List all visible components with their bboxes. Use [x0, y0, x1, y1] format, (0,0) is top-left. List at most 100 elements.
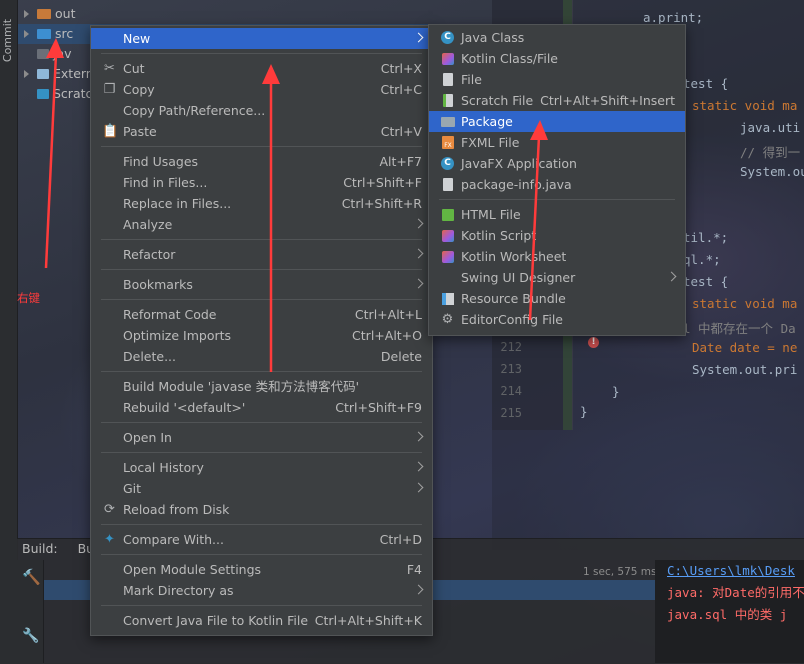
paste-icon: 📋 [102, 124, 119, 139]
menu-item-shortcut: Ctrl+Shift+R [341, 196, 422, 211]
error-marker-icon[interactable]: ! [588, 337, 599, 348]
menu-item-label: Find Usages [123, 154, 199, 169]
new-item-kotlin-class-file[interactable]: Kotlin Class/File [429, 48, 685, 69]
annotation-label: 右键 [17, 291, 40, 305]
menu-item-label: Optimize Imports [123, 328, 232, 343]
new-item-package[interactable]: Package [429, 111, 685, 132]
wrench-icon[interactable]: 🔧 [22, 628, 39, 644]
menu-item-shortcut: Ctrl+X [380, 61, 422, 76]
code-line: static void ma [692, 98, 798, 113]
menu-item-open-in[interactable]: Open In [91, 427, 432, 448]
menu-item-label: Build Module 'javase 类和方法博客代码' [123, 379, 360, 394]
menu-item-label: JavaFX Application [461, 156, 577, 171]
code-line: l 中都存在一个 Da [683, 321, 796, 336]
line-number: 215 [500, 406, 522, 420]
menu-item-local-history[interactable]: Local History [91, 457, 432, 478]
copy-icon: ❐ [103, 82, 116, 97]
menu-item-label: Find in Files... [123, 175, 208, 190]
menu-item-label: Mark Directory as [123, 583, 234, 598]
chevron-right-icon [413, 584, 424, 595]
menu-item-rebuild-default[interactable]: Rebuild '<default>' Ctrl+Shift+F9 [91, 397, 432, 418]
menu-item-label: Compare With... [123, 532, 224, 547]
code-line: static void ma [692, 296, 798, 311]
new-item-kotlin-script[interactable]: Kotlin Script [429, 225, 685, 246]
menu-item-reload-from-disk[interactable]: ⟳ Reload from Disk [91, 499, 432, 520]
tree-item-label: out [55, 6, 76, 21]
build-error-line: java.sql 中的类 j [655, 604, 804, 626]
menu-item-mark-directory-as[interactable]: Mark Directory as [91, 580, 432, 601]
left-tool-strip [0, 0, 18, 663]
menu-item-label: Package [461, 114, 513, 129]
build-output: C:\Users\lmk\Desk java: 对Date的引用不 java.s… [655, 560, 804, 663]
kotlin-icon [442, 53, 454, 65]
new-item-package-info-java[interactable]: package-info.java [429, 174, 685, 195]
html-icon [442, 209, 454, 221]
code-line: } [580, 404, 588, 419]
menu-item-shortcut: Ctrl+Shift+F9 [335, 400, 422, 415]
menu-item-label: Copy Path/Reference... [123, 103, 266, 118]
code-line: System.out.pri [692, 362, 798, 377]
code-line: test { [683, 76, 729, 91]
menu-separator [439, 199, 675, 200]
build-output-path-link[interactable]: C:\Users\lmk\Desk [667, 563, 795, 578]
menu-item-label: Java Class [461, 30, 525, 45]
menu-item-label: Open Module Settings [123, 562, 262, 577]
new-item-file[interactable]: File [429, 69, 685, 90]
chevron-right-icon [666, 271, 677, 282]
menu-item-open-module-settings[interactable]: Open Module Settings F4 [91, 559, 432, 580]
javafx-icon: C [441, 157, 454, 170]
menu-item-label: File [461, 72, 482, 87]
package-info-icon [443, 178, 453, 191]
expand-arrow-icon[interactable] [24, 10, 29, 18]
compare-icon: ✦ [104, 532, 115, 547]
menu-item-compare-with[interactable]: ✦ Compare With... Ctrl+D [91, 529, 432, 550]
cut-icon: ✂ [104, 61, 115, 76]
menu-separator [101, 605, 422, 606]
scratch-file-icon [443, 94, 453, 107]
menu-item-build-module-javase[interactable]: Build Module 'javase 类和方法博客代码' [91, 376, 432, 397]
commit-tool-tab[interactable]: Commit [0, 12, 17, 72]
new-item-swing-ui-designer[interactable]: Swing UI Designer [429, 267, 685, 288]
kotlin-worksheet-icon [442, 251, 454, 263]
code-line: } [612, 384, 620, 399]
new-item-scratch-file[interactable]: Scratch File Ctrl+Alt+Shift+Insert [429, 90, 685, 111]
new-item-resource-bundle[interactable]: Resource Bundle [429, 288, 685, 309]
commit-tab-label: Commit [1, 18, 15, 63]
menu-item-new[interactable]: New [91, 28, 432, 49]
line-number: 212 [500, 340, 522, 354]
new-item-javafx-application[interactable]: C JavaFX Application [429, 153, 685, 174]
menu-item-label: Refactor [123, 247, 176, 262]
code-line: java.uti [740, 120, 801, 135]
menu-item-label: Replace in Files... [123, 196, 232, 211]
menu-item-convert-java-file-to-kotlin-file[interactable]: Convert Java File to Kotlin File Ctrl+Alt… [91, 610, 432, 631]
tree-item[interactable]: out [18, 4, 492, 24]
menu-item-label: Kotlin Class/File [461, 51, 558, 66]
menu-separator [101, 524, 422, 525]
new-item-fxml-file[interactable]: FX FXML File [429, 132, 685, 153]
new-submenu: C Java Class Kotlin Class/File File Scratch … [428, 24, 686, 336]
menu-item-shortcut: Ctrl+Alt+Shift+Insert [540, 93, 675, 108]
line-number: 214 [500, 384, 522, 398]
gear-icon: ⚙ [441, 312, 454, 327]
code-line: ql.*; [683, 252, 721, 267]
menu-item-label: Copy [123, 82, 155, 97]
expand-arrow-icon[interactable] [24, 70, 29, 78]
code-line: til.*; [683, 230, 729, 245]
build-time: 1 sec, 575 ms [583, 566, 657, 578]
chevron-right-icon [413, 248, 424, 259]
menu-item-label: New [123, 31, 151, 46]
new-item-kotlin-worksheet[interactable]: Kotlin Worksheet [429, 246, 685, 267]
new-item-editorconfig-file[interactable]: ⚙ EditorConfig File [429, 309, 685, 330]
menu-item-git[interactable]: Git [91, 478, 432, 499]
line-number: 213 [500, 362, 522, 376]
expand-arrow-icon[interactable] [24, 30, 29, 38]
hammer-icon[interactable]: 🔨 [22, 568, 41, 586]
new-item-java-class[interactable]: C Java Class [429, 27, 685, 48]
resource-bundle-icon [442, 293, 454, 305]
menu-item-shortcut: Ctrl+V [380, 124, 422, 139]
code-line: a.print; [643, 10, 704, 25]
build-error-detail: java.sql 中的类 j [667, 607, 788, 622]
build-error-line: java: 对Date的引用不 [667, 585, 804, 600]
new-item-html-file[interactable]: HTML File [429, 204, 685, 225]
java-class-icon: C [441, 31, 454, 44]
